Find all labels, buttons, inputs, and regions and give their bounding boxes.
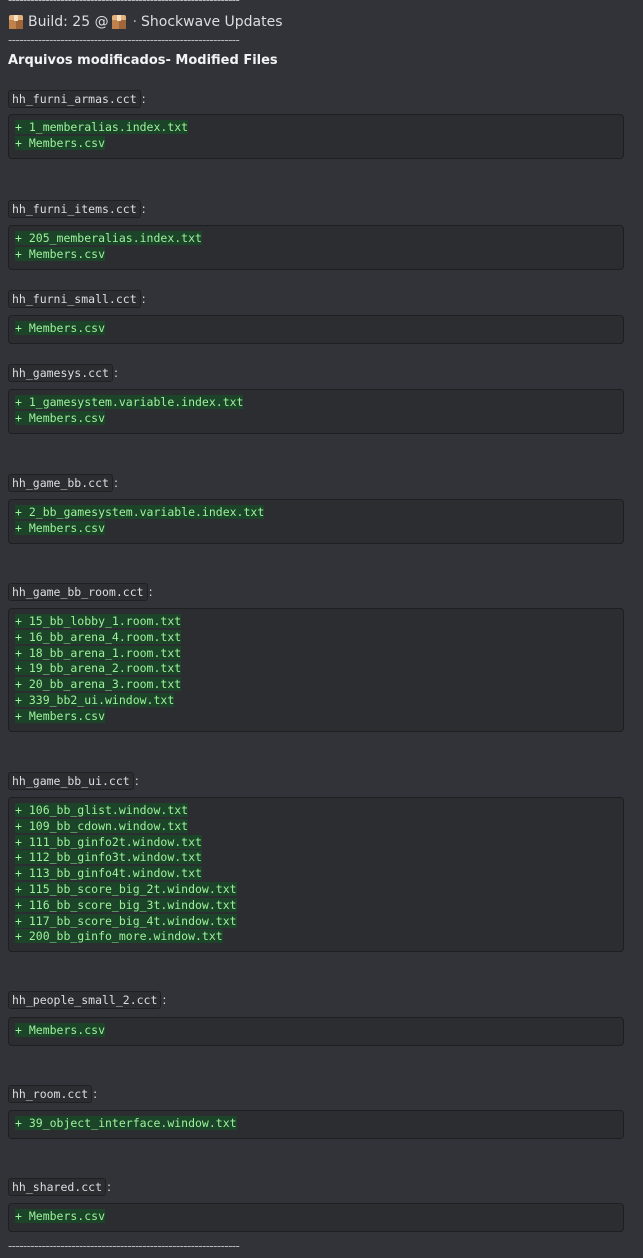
code-line: + 117_bb_score_big_4t.window.txt	[15, 913, 237, 928]
middle-dot: ·	[132, 14, 138, 30]
file-name-code: hh_game_bb.cct	[8, 474, 113, 492]
file-name-code: hh_game_bb_ui.cct	[8, 772, 134, 790]
code-block: + Members.csv	[8, 1017, 624, 1046]
file-name-code: hh_shared.cct	[8, 1178, 107, 1196]
code-line: + 20_bb_arena_3.room.txt	[15, 677, 182, 692]
code-line: + 112_bb_ginfo3t.window.txt	[15, 850, 202, 865]
code-line: + 1_memberalias.index.txt	[15, 120, 189, 134]
section-label: hh_game_bb.cct:	[8, 474, 118, 492]
code-line: + 339_bb2_ui.window.txt	[15, 692, 175, 707]
separator-after-header: ----------------------------------------…	[8, 33, 240, 47]
package-icon	[111, 14, 127, 30]
code-line: + Members.csv	[15, 708, 106, 723]
section-label: hh_gamesys.cct:	[8, 364, 118, 382]
code-block: + 1_memberalias.index.txt + Members.csv	[8, 114, 624, 159]
section-label: hh_people_small_2.cct:	[8, 991, 166, 1009]
code-block: + Members.csv	[8, 315, 624, 344]
code-line: + Members.csv	[15, 520, 106, 535]
code-line: + 16_bb_arena_4.room.txt	[15, 629, 182, 644]
code-line: + 116_bb_score_big_3t.window.txt	[15, 897, 237, 912]
code-line: + 106_bb_glist.window.txt	[15, 803, 189, 817]
separator-top: ----------------------------------------…	[8, 0, 240, 7]
code-line: + 113_bb_ginfo4t.window.txt	[15, 866, 202, 881]
code-line: + 200_bb_ginfo_more.window.txt	[15, 929, 223, 944]
file-name-code: hh_room.cct	[8, 1085, 93, 1103]
channel-link[interactable]: Shockwave Updates	[141, 14, 283, 30]
code-block: + 106_bb_glist.window.txt + 109_bb_cdown…	[8, 797, 624, 953]
code-line: + Members.csv	[15, 1209, 106, 1223]
code-line: + Members.csv	[15, 410, 106, 425]
code-block: + 205_memberalias.index.txt + Members.cs…	[8, 225, 624, 270]
file-name-code: hh_gamesys.cct	[8, 364, 113, 382]
code-line: + 109_bb_cdown.window.txt	[15, 818, 189, 833]
code-line: + 18_bb_arena_1.room.txt	[15, 645, 182, 660]
code-line: + 2_bb_gamesystem.variable.index.txt	[15, 505, 265, 519]
section-label: hh_furni_small.cct:	[8, 290, 146, 308]
build-label: Build: 25 @	[28, 14, 109, 30]
code-line: + Members.csv	[15, 321, 106, 335]
page-title: Arquivos modificados- Modified Files	[8, 53, 278, 68]
code-block: + 1_gamesystem.variable.index.txt + Memb…	[8, 389, 624, 434]
code-line: + 111_bb_ginfo2t.window.txt	[15, 834, 202, 849]
code-line: + 115_bb_score_big_2t.window.txt	[15, 881, 237, 896]
header-line: Build: 25 @ · Shockwave Updates	[8, 12, 283, 32]
section-label: hh_furni_armas.cct:	[8, 90, 146, 108]
file-name-code: hh_game_bb_room.cct	[8, 583, 148, 601]
code-block: + Members.csv	[8, 1203, 624, 1232]
section-label: hh_game_bb_ui.cct:	[8, 772, 139, 790]
file-name-code: hh_people_small_2.cct	[8, 991, 162, 1009]
code-line: + 1_gamesystem.variable.index.txt	[15, 395, 244, 409]
code-line: + Members.csv	[15, 1023, 106, 1037]
code-line: + 15_bb_lobby_1.room.txt	[15, 614, 182, 628]
file-name-code: hh_furni_small.cct	[8, 290, 141, 308]
code-block: + 15_bb_lobby_1.room.txt + 16_bb_arena_4…	[8, 608, 624, 732]
file-name-code: hh_furni_items.cct	[8, 200, 141, 218]
code-line: + 205_memberalias.index.txt	[15, 231, 202, 245]
file-name-code: hh_furni_armas.cct	[8, 90, 141, 108]
code-block: + 39_object_interface.window.txt	[8, 1110, 624, 1139]
package-icon	[8, 14, 24, 30]
section-label: hh_shared.cct:	[8, 1178, 111, 1196]
code-line: + 19_bb_arena_2.room.txt	[15, 661, 182, 676]
code-block: + 2_bb_gamesystem.variable.index.txt + M…	[8, 499, 624, 544]
section-label: hh_room.cct:	[8, 1085, 97, 1103]
code-line: + Members.csv	[15, 246, 106, 261]
code-line: + 39_object_interface.window.txt	[15, 1116, 237, 1130]
section-label: hh_game_bb_room.cct:	[8, 583, 153, 601]
separator-bottom: ----------------------------------------…	[8, 1239, 240, 1253]
section-label: hh_furni_items.cct:	[8, 200, 146, 218]
code-line: + Members.csv	[15, 135, 106, 150]
